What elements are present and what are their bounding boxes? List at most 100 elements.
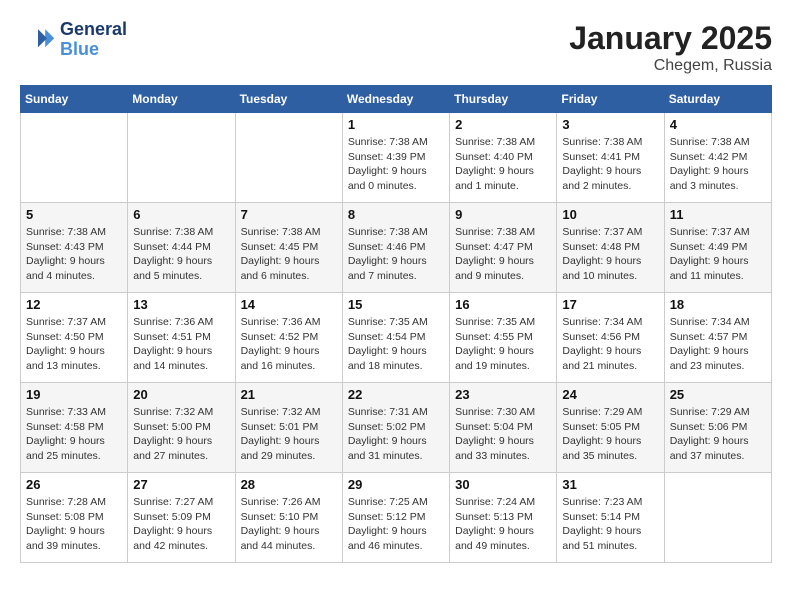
day-info: Sunrise: 7:38 AMSunset: 4:45 PMDaylight:… (241, 225, 337, 284)
calendar-week-row: 19Sunrise: 7:33 AMSunset: 4:58 PMDayligh… (21, 383, 772, 473)
calendar-cell: 18 Sunrise: 7:34 AMSunset: 4:57 PMDayligh… (664, 293, 771, 383)
calendar-cell: 25 Sunrise: 7:29 AMSunset: 5:06 PMDayligh… (664, 383, 771, 473)
calendar-week-row: 12 Sunrise: 7:37 AMSunset: 4:50 PMDayligh… (21, 293, 772, 383)
calendar-cell: 8 Sunrise: 7:38 AMSunset: 4:46 PMDaylight… (342, 203, 449, 293)
day-number: 18 (670, 297, 766, 312)
day-info: Sunrise: 7:38 AMSunset: 4:42 PMDaylight:… (670, 135, 766, 194)
calendar-header-row: SundayMondayTuesdayWednesdayThursdayFrid… (21, 86, 772, 113)
day-number: 1 (348, 117, 444, 132)
calendar-cell: 27Sunrise: 7:27 AMSunset: 5:09 PMDayligh… (128, 473, 235, 563)
day-number: 7 (241, 207, 337, 222)
calendar-cell: 3 Sunrise: 7:38 AMSunset: 4:41 PMDaylight… (557, 113, 664, 203)
day-info: Sunrise: 7:32 AMSunset: 5:00 PMDaylight:… (133, 405, 229, 464)
logo-text: General Blue (60, 20, 127, 60)
calendar-cell: 7 Sunrise: 7:38 AMSunset: 4:45 PMDaylight… (235, 203, 342, 293)
logo: General Blue (20, 20, 127, 60)
day-info: Sunrise: 7:30 AMSunset: 5:04 PMDaylight:… (455, 405, 551, 464)
calendar-cell: 9 Sunrise: 7:38 AMSunset: 4:47 PMDaylight… (450, 203, 557, 293)
day-number: 17 (562, 297, 658, 312)
day-number: 13 (133, 297, 229, 312)
day-number: 20 (133, 387, 229, 402)
day-info: Sunrise: 7:34 AMSunset: 4:56 PMDaylight:… (562, 315, 658, 374)
calendar-header-sunday: Sunday (21, 86, 128, 113)
day-number: 9 (455, 207, 551, 222)
day-info: Sunrise: 7:24 AMSunset: 5:13 PMDaylight:… (455, 495, 551, 554)
calendar-cell: 2 Sunrise: 7:38 AMSunset: 4:40 PMDaylight… (450, 113, 557, 203)
calendar-cell: 29 Sunrise: 7:25 AMSunset: 5:12 PMDayligh… (342, 473, 449, 563)
day-number: 15 (348, 297, 444, 312)
day-number: 21 (241, 387, 337, 402)
day-number: 12 (26, 297, 122, 312)
day-number: 31 (562, 477, 658, 492)
calendar-header-thursday: Thursday (450, 86, 557, 113)
day-info: Sunrise: 7:23 AMSunset: 5:14 PMDaylight:… (562, 495, 658, 554)
calendar-cell: 6Sunrise: 7:38 AMSunset: 4:44 PMDaylight… (128, 203, 235, 293)
calendar-cell: 22 Sunrise: 7:31 AMSunset: 5:02 PMDayligh… (342, 383, 449, 473)
day-number: 22 (348, 387, 444, 402)
day-number: 10 (562, 207, 658, 222)
calendar-cell: 5Sunrise: 7:38 AMSunset: 4:43 PMDaylight… (21, 203, 128, 293)
day-info: Sunrise: 7:38 AMSunset: 4:43 PMDaylight:… (26, 225, 122, 284)
day-number: 8 (348, 207, 444, 222)
day-number: 4 (670, 117, 766, 132)
day-info: Sunrise: 7:38 AMSunset: 4:46 PMDaylight:… (348, 225, 444, 284)
day-number: 2 (455, 117, 551, 132)
day-number: 19 (26, 387, 122, 402)
calendar-cell: 21 Sunrise: 7:32 AMSunset: 5:01 PMDayligh… (235, 383, 342, 473)
calendar-header-saturday: Saturday (664, 86, 771, 113)
day-info: Sunrise: 7:34 AMSunset: 4:57 PMDaylight:… (670, 315, 766, 374)
day-number: 29 (348, 477, 444, 492)
calendar-cell (21, 113, 128, 203)
calendar-cell: 19Sunrise: 7:33 AMSunset: 4:58 PMDayligh… (21, 383, 128, 473)
day-number: 24 (562, 387, 658, 402)
day-info: Sunrise: 7:26 AMSunset: 5:10 PMDaylight:… (241, 495, 337, 554)
calendar-cell: 23 Sunrise: 7:30 AMSunset: 5:04 PMDayligh… (450, 383, 557, 473)
day-number: 23 (455, 387, 551, 402)
title-block: January 2025 Chegem, Russia (569, 20, 772, 75)
calendar-week-row: 5Sunrise: 7:38 AMSunset: 4:43 PMDaylight… (21, 203, 772, 293)
day-info: Sunrise: 7:35 AMSunset: 4:55 PMDaylight:… (455, 315, 551, 374)
calendar-cell (128, 113, 235, 203)
day-number: 25 (670, 387, 766, 402)
calendar-cell: 12 Sunrise: 7:37 AMSunset: 4:50 PMDayligh… (21, 293, 128, 383)
calendar-cell: 17 Sunrise: 7:34 AMSunset: 4:56 PMDayligh… (557, 293, 664, 383)
calendar-week-row: 26 Sunrise: 7:28 AMSunset: 5:08 PMDayligh… (21, 473, 772, 563)
logo-icon (20, 22, 56, 58)
calendar-cell: 26 Sunrise: 7:28 AMSunset: 5:08 PMDayligh… (21, 473, 128, 563)
day-number: 11 (670, 207, 766, 222)
day-info: Sunrise: 7:38 AMSunset: 4:47 PMDaylight:… (455, 225, 551, 284)
day-info: Sunrise: 7:37 AMSunset: 4:49 PMDaylight:… (670, 225, 766, 284)
day-info: Sunrise: 7:35 AMSunset: 4:54 PMDaylight:… (348, 315, 444, 374)
day-info: Sunrise: 7:37 AMSunset: 4:50 PMDaylight:… (26, 315, 122, 374)
day-info: Sunrise: 7:32 AMSunset: 5:01 PMDaylight:… (241, 405, 337, 464)
month-year-title: January 2025 (569, 20, 772, 57)
calendar-header-tuesday: Tuesday (235, 86, 342, 113)
calendar-cell: 15 Sunrise: 7:35 AMSunset: 4:54 PMDayligh… (342, 293, 449, 383)
calendar-cell: 20 Sunrise: 7:32 AMSunset: 5:00 PMDayligh… (128, 383, 235, 473)
calendar-cell: 14 Sunrise: 7:36 AMSunset: 4:52 PMDayligh… (235, 293, 342, 383)
day-number: 14 (241, 297, 337, 312)
day-info: Sunrise: 7:36 AMSunset: 4:52 PMDaylight:… (241, 315, 337, 374)
day-info: Sunrise: 7:29 AMSunset: 5:06 PMDaylight:… (670, 405, 766, 464)
calendar-cell: 28Sunrise: 7:26 AMSunset: 5:10 PMDayligh… (235, 473, 342, 563)
day-number: 6 (133, 207, 229, 222)
day-number: 27 (133, 477, 229, 492)
day-info: Sunrise: 7:28 AMSunset: 5:08 PMDaylight:… (26, 495, 122, 554)
calendar-header-friday: Friday (557, 86, 664, 113)
calendar-cell: 11 Sunrise: 7:37 AMSunset: 4:49 PMDayligh… (664, 203, 771, 293)
day-number: 3 (562, 117, 658, 132)
calendar-cell: 16Sunrise: 7:35 AMSunset: 4:55 PMDayligh… (450, 293, 557, 383)
day-info: Sunrise: 7:38 AMSunset: 4:40 PMDaylight:… (455, 135, 551, 194)
calendar-cell: 13 Sunrise: 7:36 AMSunset: 4:51 PMDayligh… (128, 293, 235, 383)
day-info: Sunrise: 7:38 AMSunset: 4:41 PMDaylight:… (562, 135, 658, 194)
calendar-cell: 24 Sunrise: 7:29 AMSunset: 5:05 PMDayligh… (557, 383, 664, 473)
calendar-cell (664, 473, 771, 563)
day-info: Sunrise: 7:31 AMSunset: 5:02 PMDaylight:… (348, 405, 444, 464)
day-info: Sunrise: 7:29 AMSunset: 5:05 PMDaylight:… (562, 405, 658, 464)
day-number: 30 (455, 477, 551, 492)
calendar-cell: 10Sunrise: 7:37 AMSunset: 4:48 PMDayligh… (557, 203, 664, 293)
day-info: Sunrise: 7:36 AMSunset: 4:51 PMDaylight:… (133, 315, 229, 374)
calendar-cell (235, 113, 342, 203)
day-info: Sunrise: 7:25 AMSunset: 5:12 PMDaylight:… (348, 495, 444, 554)
day-number: 26 (26, 477, 122, 492)
